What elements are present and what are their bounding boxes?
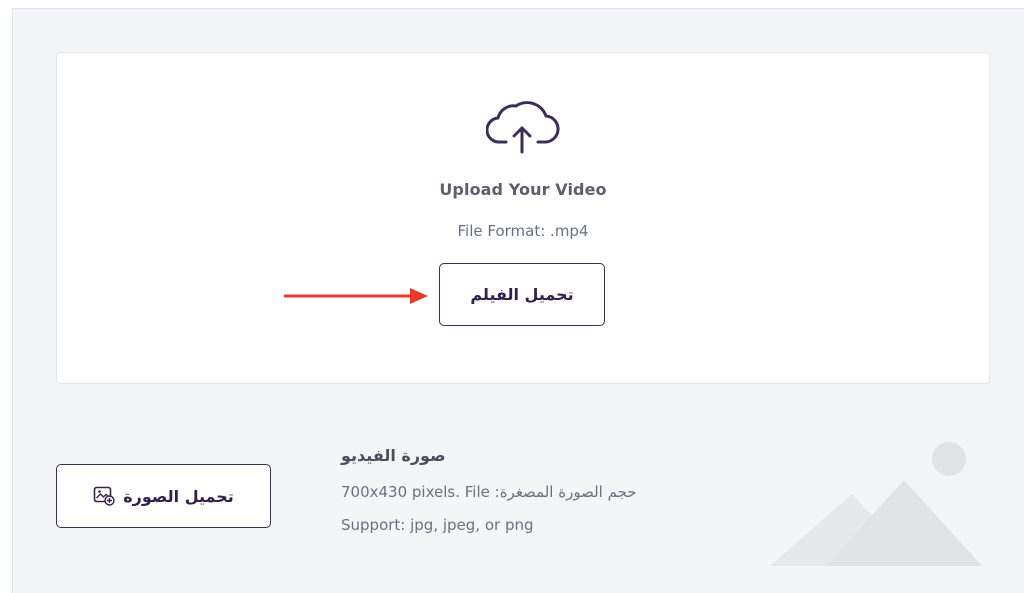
upload-image-button[interactable]: تحميل الصورة	[56, 464, 271, 528]
annotation-arrow-icon	[284, 288, 428, 304]
upload-title: Upload Your Video	[439, 180, 607, 199]
upload-image-button-label: تحميل الصورة	[123, 486, 234, 506]
image-add-icon	[93, 486, 115, 506]
file-format-text: File Format: .mp4	[457, 222, 589, 240]
thumbnail-size-text: 700x430 pixels. File :حجم الصورة المصغرة	[341, 483, 637, 501]
upload-video-button-label: تحميل الفيلم	[470, 285, 574, 304]
cloud-upload-icon	[486, 101, 560, 154]
thumbnail-title: صورة الفيديو	[341, 446, 446, 465]
thumbnail-support-text: Support: jpg, jpeg, or png	[341, 516, 534, 534]
upload-video-button[interactable]: تحميل الفيلم	[439, 263, 605, 326]
mountain-placeholder-icon	[770, 442, 982, 566]
